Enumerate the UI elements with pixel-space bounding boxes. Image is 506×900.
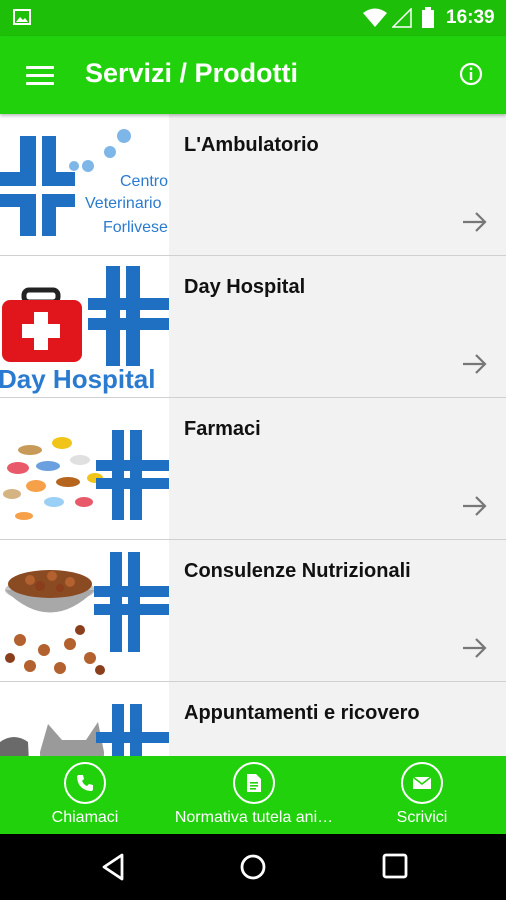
pet-food-image: [0, 540, 169, 681]
status-bar: 16:39: [0, 0, 506, 36]
clinic-logo-text-3: Forlivese: [103, 219, 168, 236]
battery-icon: [422, 7, 434, 28]
list-item[interactable]: Day Hospital Day Hospital: [0, 256, 506, 398]
day-hospital-image: Day Hospital: [0, 256, 169, 397]
clinic-logo-text-2: Veterinario: [85, 195, 162, 212]
list-item[interactable]: Appuntamenti e ricovero: [0, 682, 506, 756]
app-bar: Servizi / Prodotti: [0, 36, 506, 114]
page-title: Servizi / Prodotti: [85, 58, 299, 88]
list-item[interactable]: Centro Veterinario Forlivese L'Ambulator…: [0, 114, 506, 256]
list-item-label: L'Ambulatorio: [184, 134, 319, 156]
call-button[interactable]: Chiamaci: [48, 762, 122, 827]
clinic-logo-image: Centro Veterinario Forlivese: [0, 114, 169, 255]
list-item-label: Appuntamenti e ricovero: [184, 702, 420, 724]
bottom-action-bar: Chiamaci Normativa tutela ani… Scrivici: [0, 756, 506, 834]
list-item-label: Consulenze Nutrizionali: [184, 560, 411, 582]
document-icon: [233, 762, 275, 804]
call-button-label: Chiamaci: [51, 809, 119, 826]
email-icon: [401, 762, 443, 804]
clinic-logo-text-1: Centro: [120, 173, 168, 190]
list-item[interactable]: Farmaci: [0, 398, 506, 540]
arrow-right-icon: [463, 638, 487, 658]
normativa-button[interactable]: Normativa tutela ani…: [170, 762, 338, 827]
list-item-label: Day Hospital: [184, 276, 306, 298]
pills-image: [0, 398, 169, 539]
status-time: 16:39: [446, 7, 495, 28]
recents-icon[interactable]: [382, 853, 408, 879]
signal-icon: [392, 8, 412, 28]
list-item-label: Farmaci: [184, 418, 261, 440]
list-item[interactable]: Consulenze Nutrizionali: [0, 540, 506, 682]
write-button-label: Scrivici: [396, 809, 448, 826]
arrow-right-icon: [463, 496, 487, 516]
day-hospital-image-text: Day Hospital: [0, 364, 156, 394]
phone-icon: [64, 762, 106, 804]
normativa-button-label: Normativa tutela ani…: [174, 809, 334, 826]
arrow-right-icon: [463, 212, 487, 232]
services-list: Centro Veterinario Forlivese L'Ambulator…: [0, 114, 506, 756]
menu-icon[interactable]: [26, 66, 54, 86]
arrow-right-icon: [463, 354, 487, 374]
write-button[interactable]: Scrivici: [388, 762, 456, 827]
back-icon[interactable]: [100, 853, 126, 881]
system-nav-bar: [0, 834, 506, 900]
home-icon[interactable]: [239, 853, 267, 881]
wifi-icon: [363, 8, 387, 27]
image-icon: [13, 9, 31, 25]
info-icon[interactable]: [459, 62, 483, 86]
pets-image: [0, 682, 169, 756]
